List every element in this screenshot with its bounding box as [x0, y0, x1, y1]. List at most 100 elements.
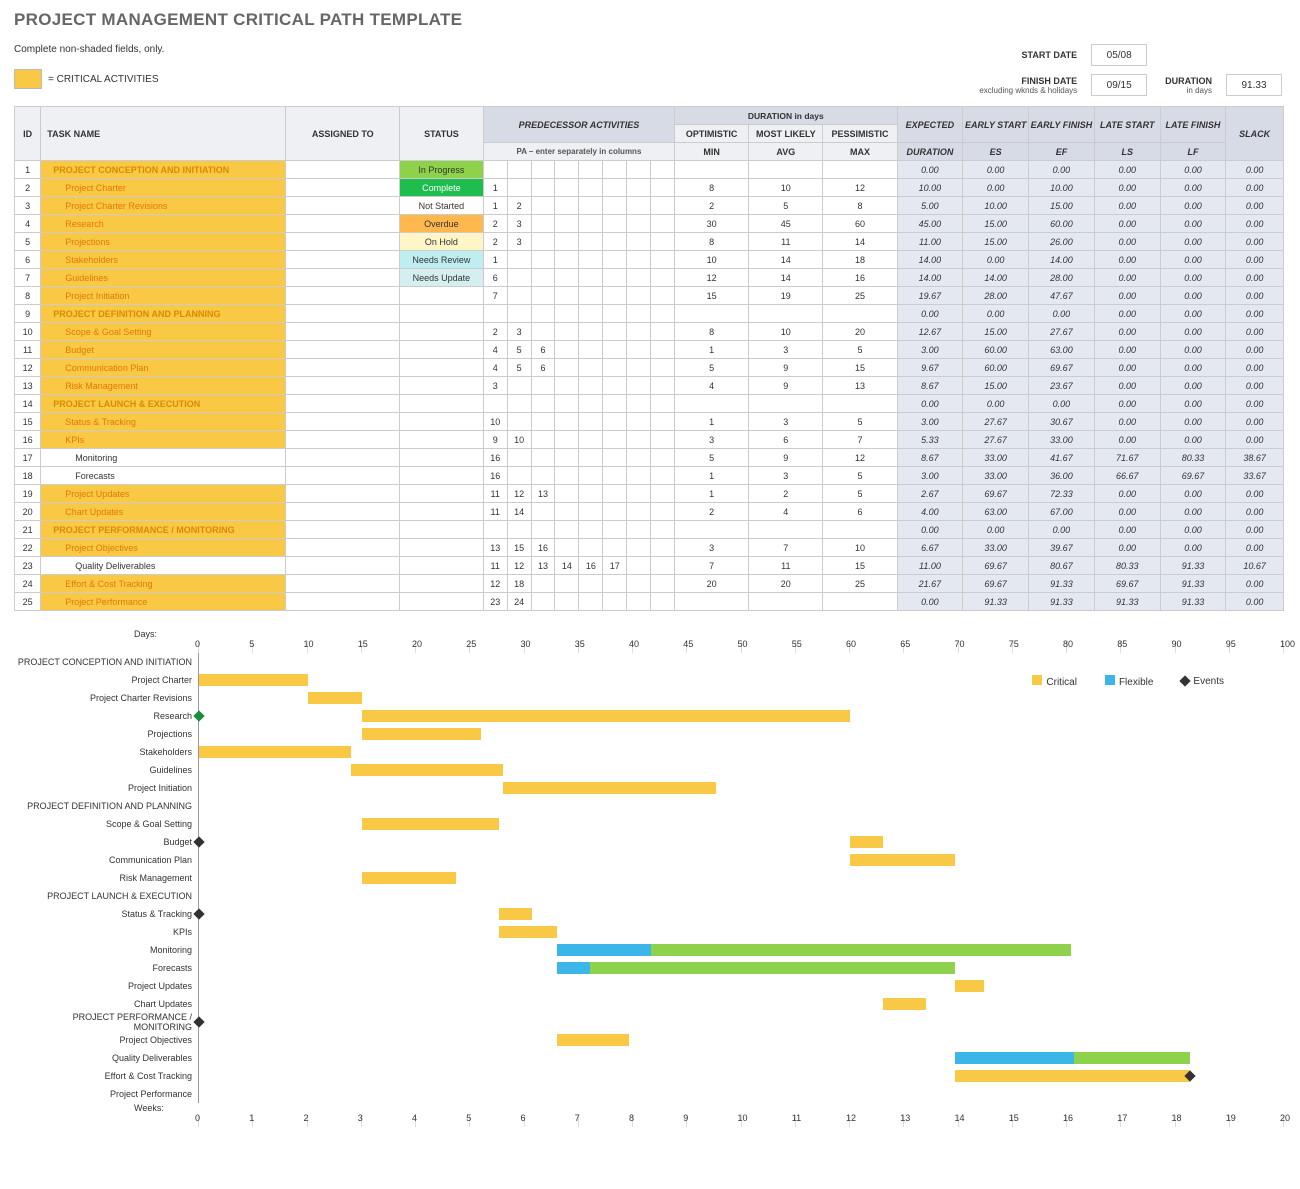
cell-pa[interactable] — [627, 323, 651, 341]
cell-max[interactable]: 12 — [823, 179, 897, 197]
cell-min[interactable]: 30 — [675, 215, 749, 233]
cell-pa[interactable]: 3 — [507, 215, 531, 233]
cell-status[interactable] — [400, 539, 484, 557]
cell-status[interactable] — [400, 449, 484, 467]
cell-status[interactable]: Complete — [400, 179, 484, 197]
cell-min[interactable]: 1 — [675, 485, 749, 503]
cell-pa[interactable] — [555, 593, 579, 611]
cell-assigned[interactable] — [286, 251, 400, 269]
cell-max[interactable]: 15 — [823, 557, 897, 575]
cell-pa[interactable]: 2 — [483, 233, 507, 251]
cell-avg[interactable]: 9 — [749, 449, 823, 467]
cell-pa[interactable]: 3 — [483, 377, 507, 395]
cell-pa[interactable] — [531, 467, 555, 485]
cell-pa[interactable] — [531, 305, 555, 323]
cell-min[interactable]: 12 — [675, 269, 749, 287]
cell-status[interactable]: Needs Review — [400, 251, 484, 269]
cell-pa[interactable] — [651, 323, 675, 341]
cell-task[interactable]: Chart Updates — [41, 503, 286, 521]
cell-status[interactable]: In Progress — [400, 161, 484, 179]
cell-pa[interactable] — [651, 269, 675, 287]
cell-pa[interactable] — [507, 413, 531, 431]
cell-avg[interactable]: 14 — [749, 269, 823, 287]
cell-pa[interactable] — [627, 359, 651, 377]
cell-max[interactable]: 25 — [823, 287, 897, 305]
cell-pa[interactable] — [603, 341, 627, 359]
cell-pa[interactable] — [507, 521, 531, 539]
cell-pa[interactable] — [531, 215, 555, 233]
cell-pa[interactable]: 23 — [483, 593, 507, 611]
cell-status[interactable] — [400, 287, 484, 305]
cell-min[interactable]: 1 — [675, 413, 749, 431]
cell-max[interactable]: 5 — [823, 341, 897, 359]
cell-assigned[interactable] — [286, 197, 400, 215]
cell-assigned[interactable] — [286, 269, 400, 287]
cell-min[interactable]: 20 — [675, 575, 749, 593]
cell-avg[interactable]: 10 — [749, 179, 823, 197]
cell-pa[interactable] — [627, 593, 651, 611]
cell-status[interactable] — [400, 593, 484, 611]
cell-pa[interactable]: 4 — [483, 341, 507, 359]
cell-pa[interactable] — [507, 179, 531, 197]
cell-assigned[interactable] — [286, 179, 400, 197]
cell-pa[interactable] — [651, 575, 675, 593]
cell-pa[interactable] — [507, 269, 531, 287]
cell-pa[interactable] — [555, 521, 579, 539]
cell-pa[interactable] — [579, 593, 603, 611]
cell-status[interactable] — [400, 521, 484, 539]
cell-task[interactable]: Forecasts — [41, 467, 286, 485]
cell-pa[interactable] — [483, 161, 507, 179]
cell-assigned[interactable] — [286, 413, 400, 431]
cell-pa[interactable]: 13 — [531, 557, 555, 575]
cell-task[interactable]: Project Charter Revisions — [41, 197, 286, 215]
cell-assigned[interactable] — [286, 557, 400, 575]
cell-avg[interactable]: 11 — [749, 557, 823, 575]
cell-pa[interactable] — [555, 323, 579, 341]
cell-min[interactable]: 8 — [675, 233, 749, 251]
cell-status[interactable]: On Hold — [400, 233, 484, 251]
cell-pa[interactable] — [627, 575, 651, 593]
cell-pa[interactable] — [627, 431, 651, 449]
cell-min[interactable] — [675, 521, 749, 539]
cell-pa[interactable] — [579, 521, 603, 539]
cell-avg[interactable]: 7 — [749, 539, 823, 557]
cell-max[interactable]: 8 — [823, 197, 897, 215]
cell-pa[interactable] — [603, 467, 627, 485]
cell-pa[interactable] — [579, 431, 603, 449]
cell-assigned[interactable] — [286, 503, 400, 521]
cell-min[interactable]: 5 — [675, 449, 749, 467]
cell-pa[interactable] — [651, 449, 675, 467]
cell-pa[interactable] — [603, 287, 627, 305]
cell-min[interactable]: 2 — [675, 503, 749, 521]
cell-pa[interactable] — [651, 395, 675, 413]
cell-assigned[interactable] — [286, 395, 400, 413]
cell-avg[interactable] — [749, 593, 823, 611]
cell-pa[interactable] — [579, 413, 603, 431]
cell-pa[interactable] — [603, 215, 627, 233]
cell-pa[interactable] — [507, 449, 531, 467]
cell-pa[interactable]: 4 — [483, 359, 507, 377]
cell-task[interactable]: Project Updates — [41, 485, 286, 503]
cell-pa[interactable] — [603, 395, 627, 413]
cell-assigned[interactable] — [286, 305, 400, 323]
cell-pa[interactable] — [651, 305, 675, 323]
cell-min[interactable]: 1 — [675, 467, 749, 485]
cell-pa[interactable] — [627, 197, 651, 215]
cell-assigned[interactable] — [286, 161, 400, 179]
cell-task[interactable]: Status & Tracking — [41, 413, 286, 431]
cell-max[interactable]: 6 — [823, 503, 897, 521]
cell-pa[interactable]: 12 — [483, 575, 507, 593]
cell-pa[interactable] — [555, 251, 579, 269]
cell-avg[interactable]: 4 — [749, 503, 823, 521]
cell-min[interactable]: 10 — [675, 251, 749, 269]
cell-task[interactable]: Guidelines — [41, 269, 286, 287]
cell-pa[interactable] — [603, 593, 627, 611]
cell-pa[interactable]: 24 — [507, 593, 531, 611]
cell-task[interactable]: Risk Management — [41, 377, 286, 395]
cell-pa[interactable] — [603, 269, 627, 287]
cell-max[interactable]: 10 — [823, 539, 897, 557]
cell-avg[interactable]: 3 — [749, 467, 823, 485]
cell-pa[interactable]: 12 — [507, 557, 531, 575]
cell-pa[interactable] — [651, 413, 675, 431]
cell-pa[interactable] — [603, 449, 627, 467]
